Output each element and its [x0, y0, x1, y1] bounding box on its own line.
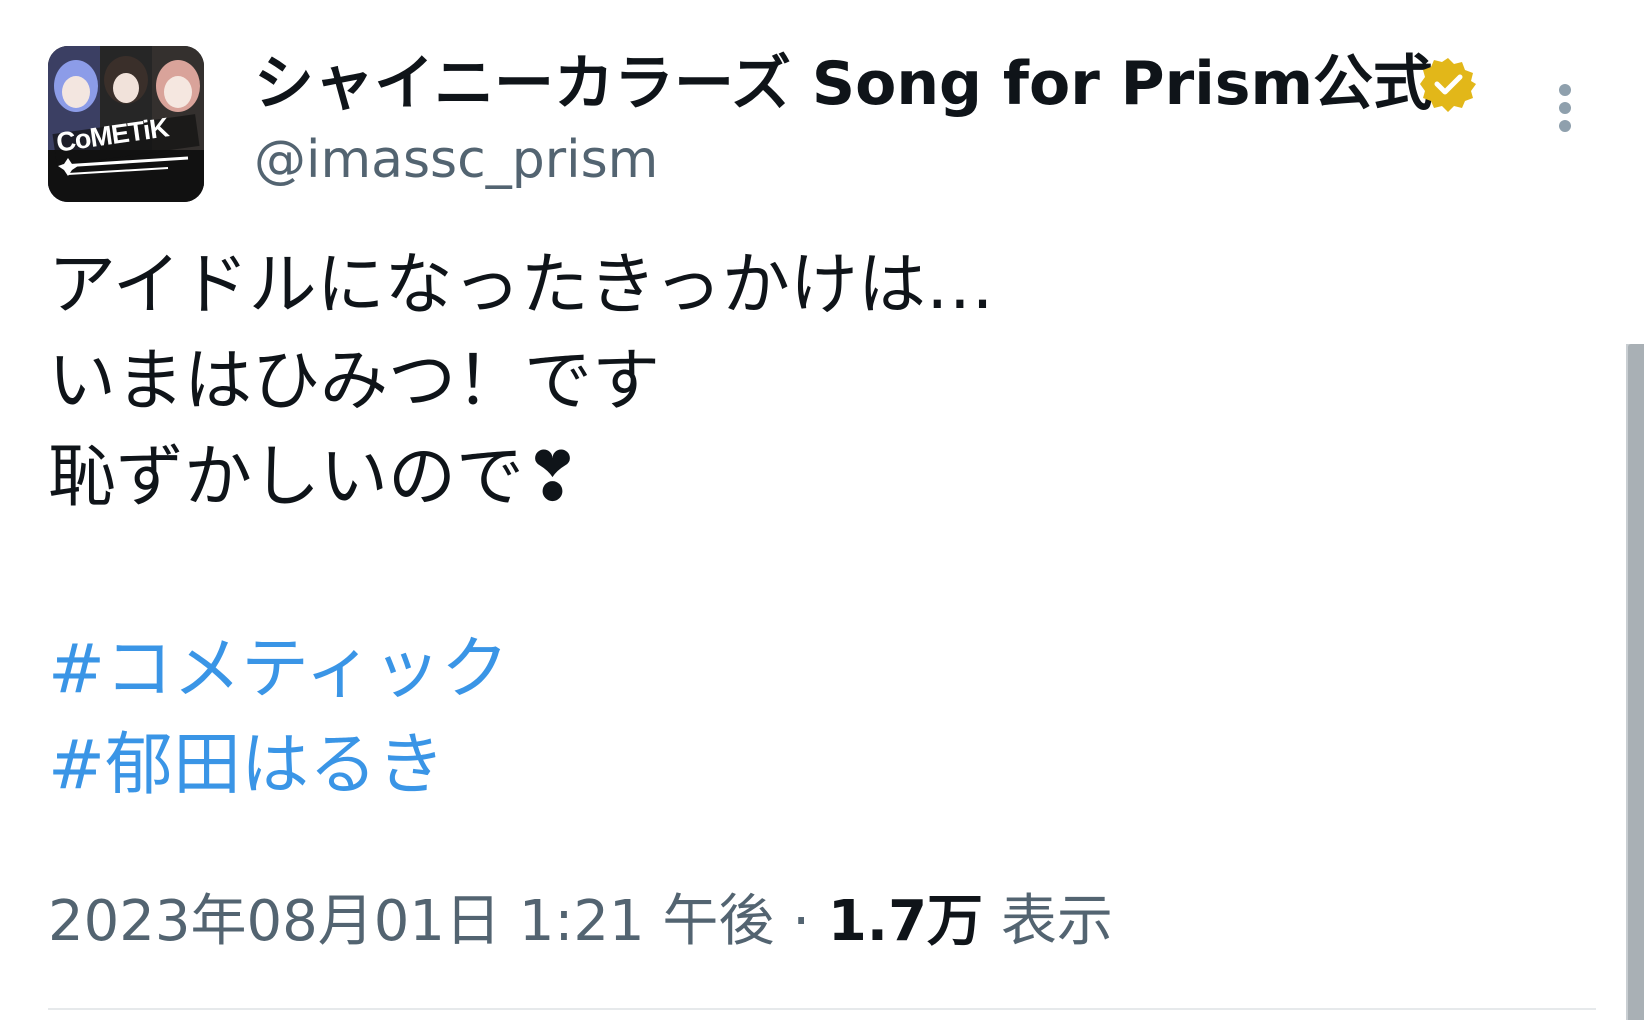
tweet-text-spacer: [48, 526, 1508, 622]
views-count[interactable]: 1.7万: [828, 889, 983, 954]
views-label: 表示: [1000, 889, 1113, 954]
more-vertical-icon: [1559, 84, 1571, 96]
hashtag-link[interactable]: #郁田はるき: [48, 718, 445, 814]
hashtag-link[interactable]: #コメティック: [48, 622, 509, 718]
tweet-timestamp[interactable]: 2023年08月01日 1:21 午後: [48, 889, 774, 954]
author-display-name[interactable]: シャイニーカラーズ Song for Prism公式: [254, 44, 1433, 124]
avatar[interactable]: CoMETiK: [48, 46, 204, 202]
tweet-text-line: アイドルになったきっかけは…: [48, 246, 994, 325]
scrollbar-thumb[interactable]: [1628, 344, 1644, 1020]
more-vertical-icon-dot: [1559, 102, 1571, 114]
more-vertical-icon-dot: [1559, 120, 1571, 132]
author-handle[interactable]: @imassc_prism: [254, 124, 658, 196]
tweet-text-line: いまはひみつ！です: [48, 342, 661, 421]
tweet-detail: CoMETiK シャイニーカラーズ Song for Prism公式 @imas…: [0, 0, 1644, 1020]
verified-badge-icon: [1420, 56, 1476, 112]
divider: [48, 1008, 1596, 1010]
more-options-button[interactable]: [1548, 80, 1582, 136]
tweet-text: アイドルになったきっかけは… いまはひみつ！です 恥ずかしいので❣ #コメティッ…: [48, 238, 1508, 814]
tweet-meta: 2023年08月01日 1:21 午後 · 1.7万 表示: [48, 884, 1113, 960]
tweet-text-line: 恥ずかしいので❣: [48, 438, 581, 517]
meta-separator: ·: [792, 889, 811, 954]
